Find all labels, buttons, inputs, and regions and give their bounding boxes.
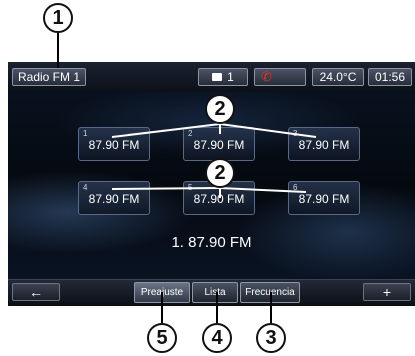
callout-3: 3 [256,323,286,353]
messages-count: 1 [227,70,234,84]
clock-display: 01:56 [368,68,412,86]
preset-frequency: 87.90 FM [193,138,245,152]
clock-time: 01:56 [374,70,406,84]
preset-number: 2 [188,129,193,138]
temperature-value: 24.0°C [319,70,357,84]
phone-indicator[interactable]: ✆ [254,68,306,86]
preset-frequency: 87.90 FM [298,192,350,206]
tab-frecuencia[interactable]: Frecuencia [240,282,300,303]
callout-2-top: 2 [205,94,235,124]
back-button[interactable]: ← [12,283,60,301]
tab-label: Preajuste [140,287,184,298]
tab-lista[interactable]: Lista [192,282,238,303]
preset-frequency: 87.90 FM [193,192,245,206]
bottom-bar: ← Preajuste Lista Frecuencia + [8,279,415,306]
preset-frequency: 87.90 FM [88,138,140,152]
tab-label: Lista [204,287,226,298]
tab-label: Frecuencia [245,287,295,298]
plus-button[interactable]: + [363,283,411,301]
plus-icon: + [382,284,392,300]
callout-5: 5 [147,323,177,353]
preset-button-6[interactable]: 6 87.90 FM [288,181,360,215]
preset-frequency: 87.90 FM [88,192,140,206]
preset-button-4[interactable]: 4 87.90 FM [78,181,150,215]
preset-number: 1 [83,129,88,138]
messages-indicator[interactable]: 1 [198,68,248,86]
preset-frequency: 87.90 FM [298,138,350,152]
preset-button-2[interactable]: 2 87.90 FM [183,127,255,161]
temperature-display: 24.0°C [312,68,364,86]
preset-button-3[interactable]: 3 87.90 FM [288,127,360,161]
preset-button-1[interactable]: 1 87.90 FM [78,127,150,161]
preset-number: 6 [293,183,298,192]
status-bar: Radio FM 1 1 ✆ 24.0°C 01:56 [8,62,415,92]
callout-2-middle: 2 [205,158,235,188]
source-label-button[interactable]: Radio FM 1 [12,68,86,86]
message-icon [212,73,223,81]
preset-number: 4 [83,183,88,192]
preset-number: 5 [188,183,193,192]
back-arrow-icon: ← [29,284,43,300]
missed-call-phone-icon: ✆ [261,69,272,84]
tab-preajuste[interactable]: Preajuste [134,282,190,303]
preset-number: 3 [293,129,298,138]
source-label: Radio FM 1 [17,70,81,84]
callout-1: 1 [43,3,73,33]
current-station: 1. 87.90 FM [171,234,252,251]
callout-4: 4 [202,323,232,353]
